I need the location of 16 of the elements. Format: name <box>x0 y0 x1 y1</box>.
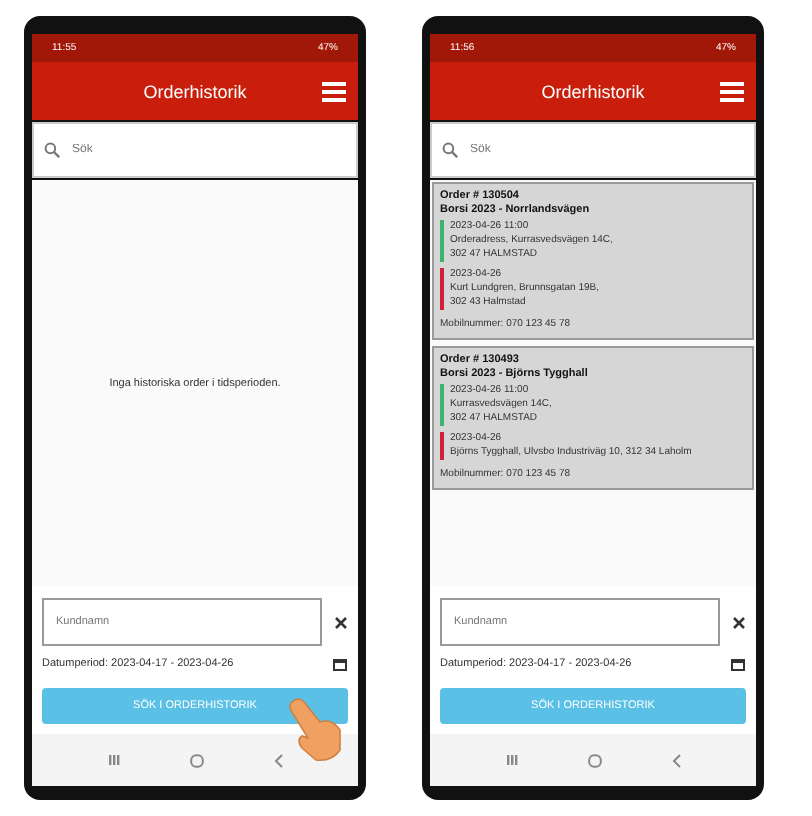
back-icon[interactable] <box>671 753 681 767</box>
screen-title: Orderhistorik <box>541 81 645 101</box>
calendar-icon[interactable] <box>730 656 746 672</box>
recent-apps-icon[interactable] <box>505 754 517 766</box>
search-icon <box>442 142 458 158</box>
menu-icon[interactable] <box>720 82 744 102</box>
calendar-icon[interactable] <box>332 656 348 672</box>
home-icon[interactable] <box>189 753 203 767</box>
search-icon <box>44 142 60 158</box>
close-icon[interactable] <box>334 615 348 629</box>
close-icon[interactable] <box>732 615 746 629</box>
back-icon[interactable] <box>273 753 283 767</box>
screen-title: Orderhistorik <box>143 81 247 101</box>
recent-apps-icon[interactable] <box>107 754 119 766</box>
home-icon[interactable] <box>587 753 601 767</box>
menu-icon[interactable] <box>322 82 346 102</box>
